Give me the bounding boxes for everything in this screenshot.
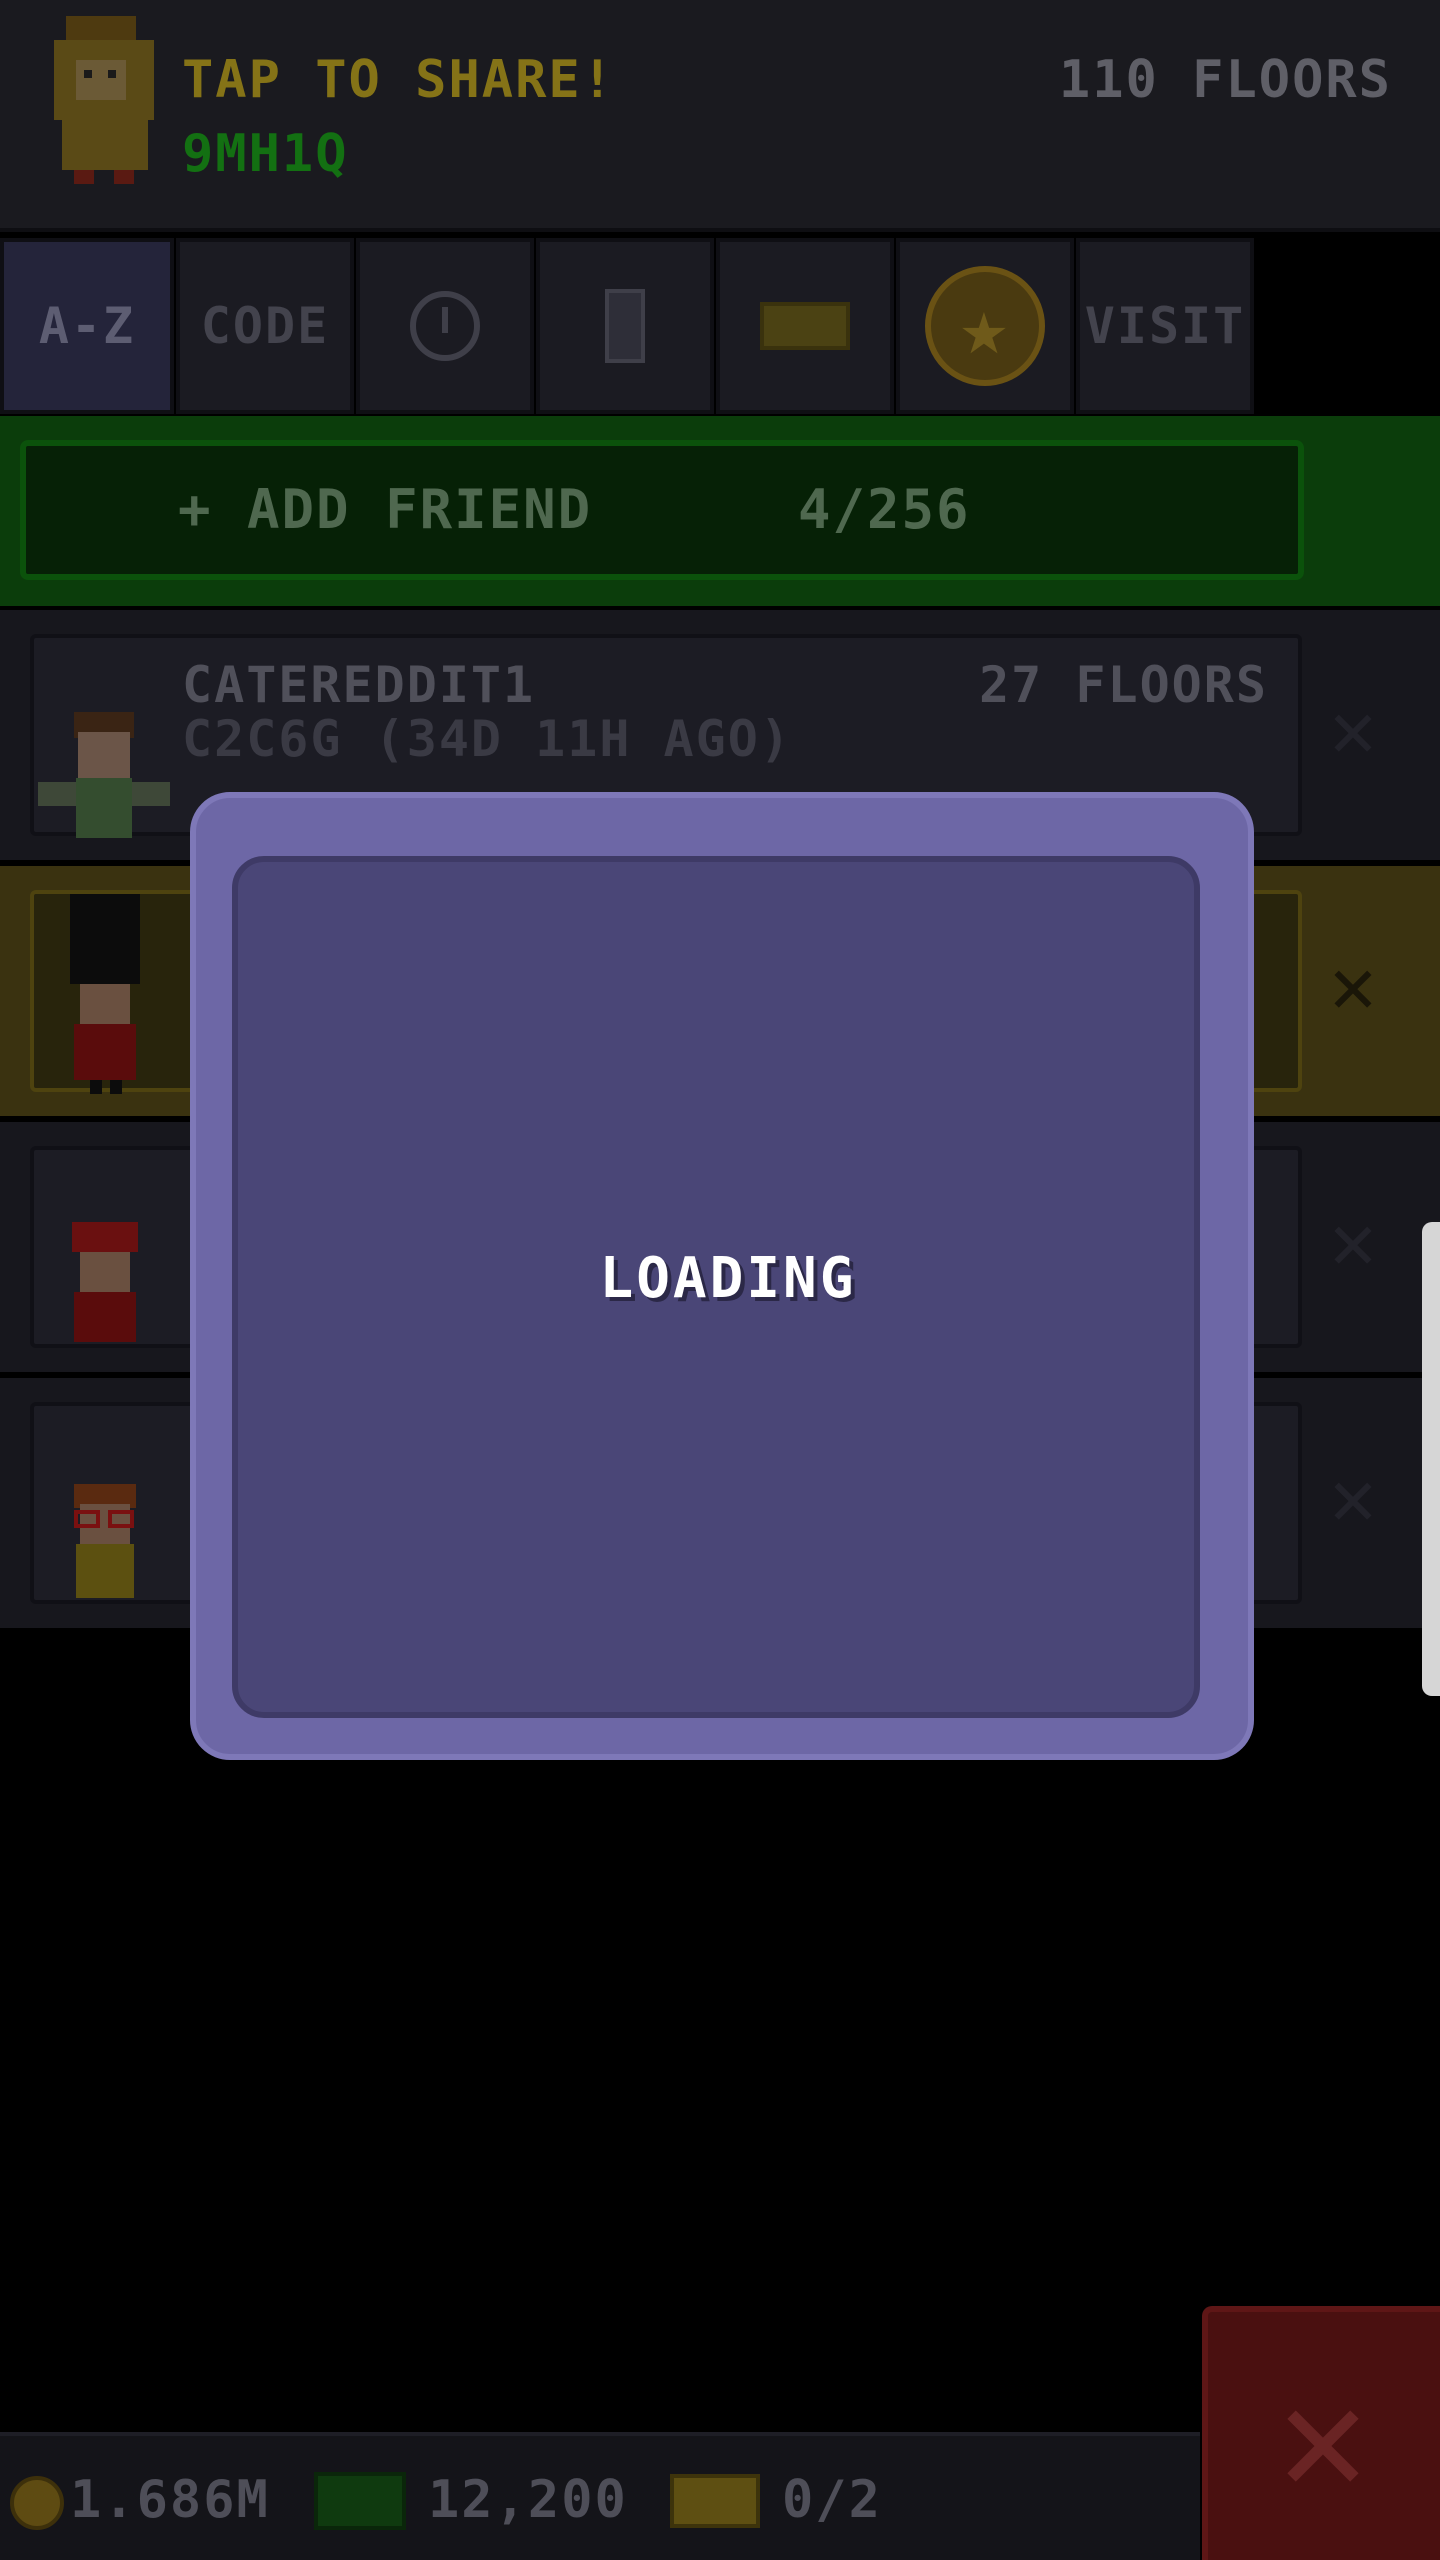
remove-friend-button[interactable]: ✕ <box>1294 670 1414 790</box>
edge-panel-handle[interactable] <box>1422 1222 1440 1696</box>
share-title: TAP TO SHARE! <box>182 50 615 110</box>
tab-visit[interactable]: VISIT <box>1076 238 1254 414</box>
add-friend-label: + ADD FRIEND <box>178 478 593 541</box>
clock-icon <box>410 291 480 361</box>
ticket-icon <box>670 2474 760 2528</box>
remove-friend-button[interactable]: ✕ <box>1294 926 1414 1046</box>
remove-friend-button[interactable]: ✕ <box>1294 1182 1414 1302</box>
tab-floors[interactable] <box>536 238 714 414</box>
tab-tickets[interactable] <box>716 238 894 414</box>
tab-recent[interactable] <box>356 238 534 414</box>
add-friend-bar: + ADD FRIEND 4/256 <box>0 416 1440 606</box>
tab-favorites[interactable]: ★ <box>896 238 1074 414</box>
chicken-avatar-icon <box>54 16 154 184</box>
coins-value: 1.686M <box>70 2470 270 2530</box>
remove-friend-button[interactable]: ✕ <box>1294 1438 1414 1558</box>
loading-text: LOADING <box>599 1246 857 1311</box>
building-icon <box>605 289 645 363</box>
tower-floors-count: 110 FLOORS <box>1058 50 1392 110</box>
fairy-avatar-icon <box>38 712 170 838</box>
tickets-value: 0/2 <box>782 2470 882 2530</box>
ticket-icon <box>760 302 850 350</box>
coin-icon <box>10 2476 64 2530</box>
friend-floors: 27 FLOORS <box>979 656 1268 714</box>
friend-name: CATEREDDIT1 <box>182 656 536 714</box>
guard-avatar-icon <box>70 894 140 1094</box>
friend-count: 4/256 <box>798 478 971 541</box>
bux-icon <box>314 2472 406 2530</box>
share-header[interactable]: TAP TO SHARE! 9MH1Q 110 FLOORS <box>0 0 1440 232</box>
tab-code[interactable]: CODE <box>176 238 354 414</box>
friend-code: C2C6G (34D 11H AGO) <box>182 710 792 768</box>
star-icon: ★ <box>925 266 1045 386</box>
close-icon: ✕ <box>1277 2352 1371 2526</box>
glasses-avatar-icon <box>74 1484 136 1598</box>
close-button[interactable]: ✕ <box>1202 2306 1440 2560</box>
bux-value: 12,200 <box>428 2470 628 2530</box>
bellhop-avatar-icon <box>72 1222 138 1342</box>
loading-dialog: LOADING <box>190 792 1254 1760</box>
sort-tabs: A-Z CODE ★ VISIT <box>0 238 1260 414</box>
currency-bar: 1.686M 12,200 0/2 <box>0 2432 1200 2560</box>
tab-a-z[interactable]: A-Z <box>0 238 174 414</box>
share-code: 9MH1Q <box>182 124 349 184</box>
